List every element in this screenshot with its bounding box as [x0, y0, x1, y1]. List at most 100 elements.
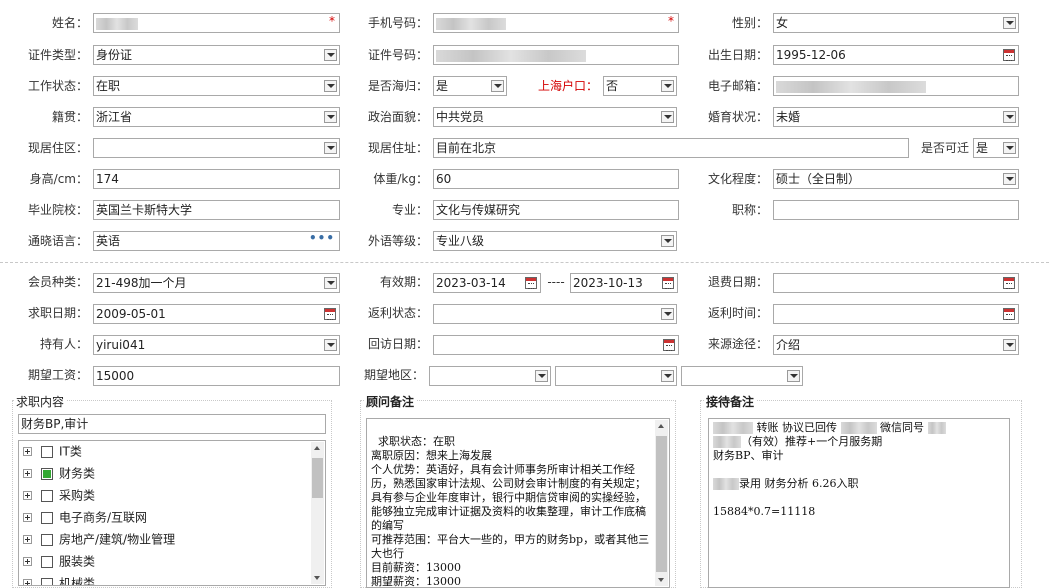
- title-field[interactable]: [773, 200, 1019, 220]
- scroll-down-icon[interactable]: [311, 571, 324, 584]
- expand-icon[interactable]: [23, 513, 32, 522]
- work-status-select[interactable]: 在职: [93, 76, 340, 96]
- chevron-down-icon[interactable]: [661, 80, 674, 92]
- calendar-icon[interactable]: [1003, 308, 1015, 320]
- chevron-down-icon[interactable]: [1003, 17, 1016, 29]
- chevron-down-icon[interactable]: [491, 80, 504, 92]
- member-type-select[interactable]: 21-498加一个月: [93, 273, 340, 293]
- tree-scrollbar[interactable]: [311, 442, 324, 584]
- chevron-down-icon[interactable]: [535, 370, 548, 382]
- rebate-status-select[interactable]: [433, 304, 677, 324]
- expand-icon[interactable]: [23, 491, 32, 500]
- education-select[interactable]: 硕士（全日制）: [773, 169, 1019, 189]
- phone-field[interactable]: *: [433, 13, 679, 33]
- scroll-thumb[interactable]: [656, 436, 667, 572]
- tree-node[interactable]: 房地产/建筑/物业管理: [23, 529, 175, 549]
- chevron-down-icon[interactable]: [324, 80, 337, 92]
- chevron-down-icon[interactable]: [787, 370, 800, 382]
- scroll-down-icon[interactable]: [655, 573, 668, 586]
- expand-icon[interactable]: [23, 469, 32, 478]
- political-select[interactable]: 中共党员: [433, 107, 677, 127]
- native-select[interactable]: 浙江省: [93, 107, 340, 127]
- district-select[interactable]: [93, 138, 340, 158]
- job-content-selected-field[interactable]: 财务BP,审计: [18, 414, 326, 434]
- expand-icon[interactable]: [23, 557, 32, 566]
- gender-select[interactable]: 女: [773, 13, 1019, 33]
- calendar-icon[interactable]: [525, 277, 537, 289]
- idno-field[interactable]: [433, 45, 679, 65]
- tree-node[interactable]: IT类: [23, 441, 82, 461]
- language-level-select[interactable]: 专业八级: [433, 231, 677, 251]
- relocate-select[interactable]: 是: [973, 138, 1019, 158]
- school-field[interactable]: 英国兰卡斯特大学: [93, 200, 340, 220]
- calendar-icon[interactable]: [663, 339, 675, 351]
- job-category-tree[interactable]: IT类 财务类 采购类 电子商务/互联网 房地产/建筑/物业管理 服装类 机械类: [18, 440, 326, 586]
- calendar-icon[interactable]: [1003, 277, 1015, 289]
- checkbox[interactable]: [41, 445, 53, 458]
- redacted-text: [713, 422, 753, 434]
- salary-field[interactable]: 15000: [93, 366, 340, 386]
- email-field[interactable]: [773, 76, 1019, 96]
- address-field[interactable]: 目前在北京: [433, 138, 909, 158]
- tree-node[interactable]: 机械类: [23, 573, 95, 585]
- marital-label: 婚育状况：: [707, 110, 768, 124]
- region-city-select[interactable]: [555, 366, 677, 386]
- region-district-select[interactable]: [681, 366, 803, 386]
- chevron-down-icon[interactable]: [661, 235, 674, 247]
- idtype-select[interactable]: 身份证: [93, 45, 340, 65]
- source-select[interactable]: 介绍: [773, 335, 1019, 355]
- expand-icon[interactable]: [23, 579, 32, 585]
- expand-icon[interactable]: [23, 535, 32, 544]
- name-field[interactable]: *: [93, 13, 340, 33]
- checkbox[interactable]: [41, 577, 53, 585]
- height-field[interactable]: 174: [93, 169, 340, 189]
- holder-select[interactable]: yirui041: [93, 335, 340, 355]
- calendar-icon[interactable]: [662, 277, 674, 289]
- chevron-down-icon[interactable]: [324, 339, 337, 351]
- major-field[interactable]: 文化与传媒研究: [433, 200, 679, 220]
- checkbox-checked[interactable]: [41, 467, 53, 480]
- chevron-down-icon[interactable]: [1003, 173, 1016, 185]
- chevron-down-icon[interactable]: [324, 277, 337, 289]
- tree-node[interactable]: 服装类: [23, 551, 95, 571]
- chevron-down-icon[interactable]: [324, 111, 337, 123]
- marital-select[interactable]: 未婚: [773, 107, 1019, 127]
- advisor-notes-textarea[interactable]: 求职状态：在职 离职原因：想来上海发展 个人优势：英语好，具有会计师事务所审计相…: [366, 418, 670, 588]
- advisor-notes-scrollbar[interactable]: [655, 420, 668, 586]
- chevron-down-icon[interactable]: [661, 308, 674, 320]
- language-field[interactable]: 英语 •••: [93, 231, 340, 251]
- chevron-down-icon[interactable]: [1003, 339, 1016, 351]
- region-province-select[interactable]: [429, 366, 551, 386]
- refund-date-field[interactable]: [773, 273, 1019, 293]
- checkbox[interactable]: [41, 555, 53, 568]
- calendar-icon[interactable]: [324, 308, 336, 320]
- visit-date-field[interactable]: [433, 335, 679, 355]
- scroll-up-icon[interactable]: [655, 420, 668, 433]
- checkbox[interactable]: [41, 533, 53, 546]
- chevron-down-icon[interactable]: [324, 49, 337, 61]
- chevron-down-icon[interactable]: [1003, 142, 1016, 154]
- valid-from-field[interactable]: 2023-03-14: [433, 273, 541, 293]
- scroll-up-icon[interactable]: [311, 442, 324, 455]
- hukou-select[interactable]: 否: [603, 76, 677, 96]
- rebate-time-field[interactable]: [773, 304, 1019, 324]
- reception-notes-textarea[interactable]: 转账 协议已回传 微信同号 （有效）推荐+一个月服务期 财务BP、审计 录用 财…: [708, 418, 1010, 588]
- valid-to-field[interactable]: 2023-10-13: [570, 273, 678, 293]
- birth-date-field[interactable]: 1995-12-06: [773, 45, 1019, 65]
- checkbox[interactable]: [41, 489, 53, 502]
- chevron-down-icon[interactable]: [1003, 111, 1016, 123]
- chevron-down-icon[interactable]: [324, 142, 337, 154]
- chevron-down-icon[interactable]: [661, 111, 674, 123]
- scroll-thumb[interactable]: [312, 458, 323, 498]
- checkbox[interactable]: [41, 511, 53, 524]
- job-date-field[interactable]: 2009-05-01: [93, 304, 340, 324]
- tree-node[interactable]: 采购类: [23, 485, 95, 505]
- chevron-down-icon[interactable]: [661, 370, 674, 382]
- weight-field[interactable]: 60: [433, 169, 679, 189]
- tree-node[interactable]: 财务类: [23, 463, 95, 483]
- overseas-select[interactable]: 是: [433, 76, 507, 96]
- expand-icon[interactable]: [23, 447, 32, 456]
- tree-node[interactable]: 电子商务/互联网: [23, 507, 147, 527]
- calendar-icon[interactable]: [1003, 49, 1015, 61]
- more-options-icon[interactable]: •••: [309, 232, 335, 247]
